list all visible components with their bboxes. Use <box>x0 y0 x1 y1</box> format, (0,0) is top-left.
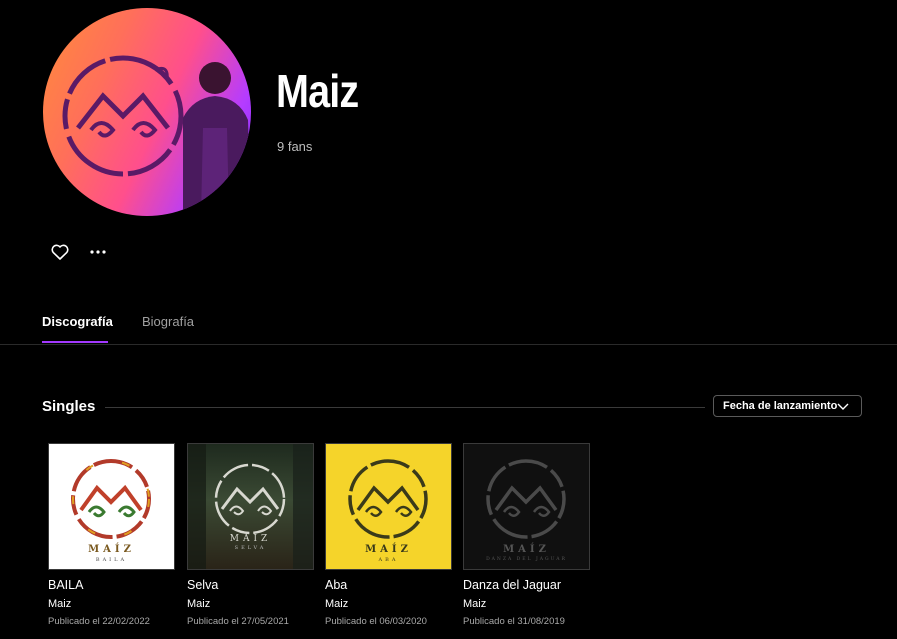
album-cover[interactable]: MAÍZ BAILA <box>48 443 175 570</box>
cover-title: MAÍZ <box>88 544 135 555</box>
maiz-logo-icon <box>62 55 251 216</box>
album-cover[interactable]: MAÍZ DANZA DEL JAGUAR <box>463 443 590 570</box>
single-date: Publicado el 31/08/2019 <box>463 616 565 627</box>
tab-bar: Discografía Biografía <box>0 300 897 345</box>
chevron-down-icon <box>837 403 849 410</box>
single-title[interactable]: BAILA <box>48 578 175 592</box>
single-title[interactable]: Danza del Jaguar <box>463 578 590 592</box>
single-artist[interactable]: Maiz <box>325 598 452 610</box>
fan-count: 9 fans <box>277 139 313 154</box>
more-options-button[interactable] <box>84 238 112 266</box>
single-title[interactable]: Selva <box>187 578 314 592</box>
single-card[interactable]: MAÍZ DANZA DEL JAGUAR Danza del Jaguar M… <box>463 443 590 627</box>
cover-subtitle: ABA <box>378 557 399 563</box>
album-cover[interactable]: MAÍZ SELVA <box>187 443 314 570</box>
single-artist[interactable]: Maiz <box>48 598 175 610</box>
single-date: Publicado el 22/02/2022 <box>48 616 150 627</box>
heart-icon <box>51 244 69 260</box>
sort-label: Fecha de lanzamiento <box>723 400 838 412</box>
more-icon <box>90 250 106 254</box>
tab-discography[interactable]: Discografía <box>42 314 113 329</box>
single-artist[interactable]: Maiz <box>463 598 590 610</box>
sort-dropdown[interactable]: Fecha de lanzamiento <box>713 395 862 417</box>
single-artist[interactable]: Maiz <box>187 598 314 610</box>
cover-subtitle: SELVA <box>234 545 267 551</box>
cover-subtitle: DANZA DEL JAGUAR <box>486 557 567 562</box>
single-date: Publicado el 06/03/2020 <box>325 616 427 627</box>
section-title: Singles <box>42 398 96 415</box>
active-tab-indicator <box>42 341 108 343</box>
like-button[interactable] <box>46 238 74 266</box>
artist-avatar <box>43 8 251 216</box>
single-date: Publicado el 27/05/2021 <box>187 616 289 627</box>
single-card[interactable]: MAÍZ ABA Aba Maiz Publicado el 06/03/202… <box>325 443 452 627</box>
section-divider <box>105 407 705 408</box>
single-card[interactable]: MAÍZ BAILA BAILA Maiz Publicado el 22/02… <box>48 443 175 627</box>
cover-subtitle: BAILA <box>95 557 128 563</box>
cover-title: MAÍZ <box>229 534 272 544</box>
artist-name: Maiz <box>276 65 359 117</box>
cover-title: MAÍZ <box>365 544 412 555</box>
single-title[interactable]: Aba <box>325 578 452 592</box>
album-cover[interactable]: MAÍZ ABA <box>325 443 452 570</box>
cover-title: MAÍZ <box>503 544 550 555</box>
tab-biography[interactable]: Biografía <box>142 314 194 329</box>
single-card[interactable]: MAÍZ SELVA Selva Maiz Publicado el 27/05… <box>187 443 314 627</box>
